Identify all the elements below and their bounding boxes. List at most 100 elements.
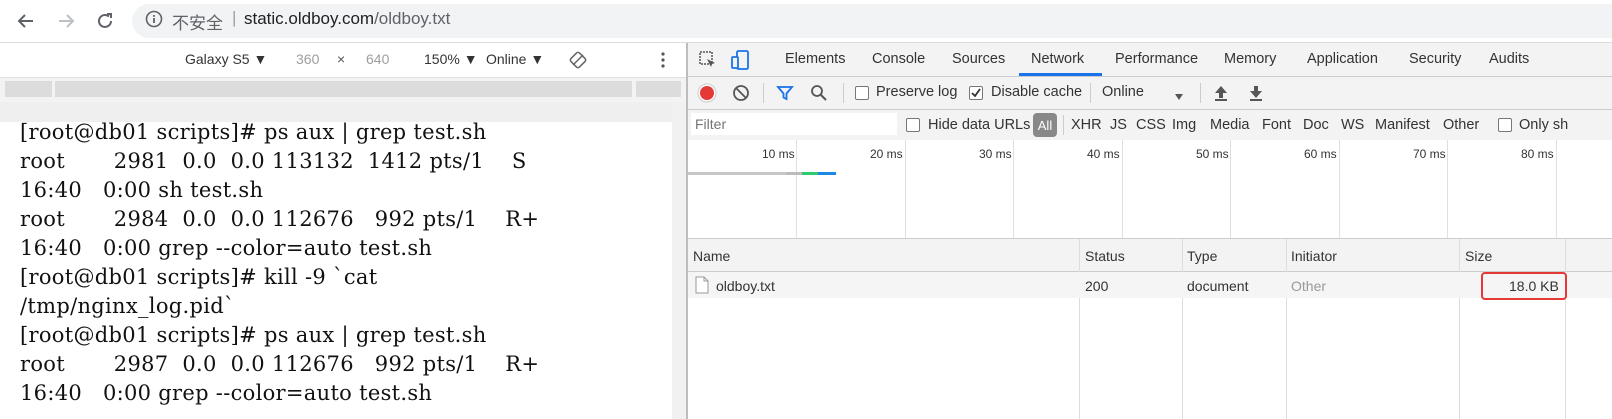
preserve-log-checkbox[interactable] xyxy=(855,86,869,100)
url-text[interactable]: static.oldboy.com/oldboy.txt xyxy=(244,9,450,29)
timeline-tick-label: 20 ms xyxy=(870,147,903,161)
column-header-size[interactable]: Size xyxy=(1465,248,1492,264)
device-height[interactable]: 640 xyxy=(366,51,389,67)
only-show-label: Only sh xyxy=(1519,117,1569,133)
terminal-line: 16:40 0:00 sh test.sh xyxy=(20,178,264,202)
column-header-type[interactable]: Type xyxy=(1187,248,1217,264)
tab-security[interactable]: Security xyxy=(1409,51,1461,67)
ruler-segment[interactable] xyxy=(636,81,681,97)
active-tab-indicator xyxy=(1019,73,1102,76)
column-divider[interactable] xyxy=(1459,239,1460,419)
request-name[interactable]: oldboy.txt xyxy=(716,278,775,294)
network-overview-timeline[interactable] xyxy=(688,140,1612,239)
column-header-name[interactable]: Name xyxy=(693,248,730,264)
column-divider[interactable] xyxy=(1286,239,1287,419)
filter-icon[interactable] xyxy=(776,84,794,105)
timeline-gridline xyxy=(905,140,906,238)
terminal-line: root 2981 0.0 0.0 113132 1412 pts/1 S xyxy=(20,149,527,173)
tab-performance[interactable]: Performance xyxy=(1115,51,1198,67)
toolbar-divider xyxy=(763,83,764,103)
filter-divider xyxy=(1063,115,1064,135)
inspect-element-icon[interactable] xyxy=(698,50,718,73)
timeline-tick-label: 70 ms xyxy=(1413,147,1446,161)
tab-elements[interactable]: Elements xyxy=(785,51,845,67)
column-divider[interactable] xyxy=(1565,239,1566,419)
terminal-line: 16:40 0:00 grep --color=auto test.sh xyxy=(20,236,433,260)
device-select[interactable]: Galaxy S5 ▼ xyxy=(185,51,267,67)
info-icon[interactable] xyxy=(144,9,164,29)
filter-type-js[interactable]: JS xyxy=(1110,117,1127,133)
chevron-down-icon xyxy=(1174,88,1184,104)
timeline-tick-label: 30 ms xyxy=(979,147,1012,161)
filter-type-font[interactable]: Font xyxy=(1262,117,1291,133)
vertical-scrollbar[interactable] xyxy=(672,102,686,419)
more-options-icon[interactable] xyxy=(660,51,666,72)
forward-icon[interactable] xyxy=(52,7,80,35)
filter-type-ws[interactable]: WS xyxy=(1341,117,1364,133)
import-har-icon[interactable] xyxy=(1213,84,1229,105)
timeline-gridline xyxy=(1230,140,1231,238)
toolbar-divider xyxy=(1200,83,1201,103)
filter-input[interactable] xyxy=(691,113,897,135)
timeline-waiting-bar xyxy=(802,172,818,175)
clear-icon[interactable] xyxy=(732,84,750,105)
back-icon[interactable] xyxy=(12,7,40,35)
page-content: [root@db01 scripts]# ps aux | grep test.… xyxy=(0,122,672,419)
tab-audits[interactable]: Audits xyxy=(1489,51,1529,67)
timeline-tick-label: 40 ms xyxy=(1087,147,1120,161)
request-initiator: Other xyxy=(1291,278,1327,294)
column-divider[interactable] xyxy=(1182,239,1183,419)
timeline-tick-label: 50 ms xyxy=(1196,147,1229,161)
timeline-gridline xyxy=(1447,140,1448,238)
throttling-select[interactable]: Online xyxy=(1102,84,1144,100)
filter-type-xhr[interactable]: XHR xyxy=(1071,117,1102,133)
terminal-line: root 2987 0.0 0.0 112676 992 pts/1 R+ xyxy=(20,352,540,376)
device-toggle-icon[interactable] xyxy=(730,49,750,74)
filter-type-manifest[interactable]: Manifest xyxy=(1375,117,1430,133)
terminal-line: root 2984 0.0 0.0 112676 992 pts/1 R+ xyxy=(20,207,540,231)
terminal-line: [root@db01 scripts]# ps aux | grep test.… xyxy=(20,122,487,144)
highlight-annotation-box xyxy=(1481,272,1567,300)
url-host: static.oldboy.com xyxy=(244,9,375,28)
filter-type-doc[interactable]: Doc xyxy=(1303,117,1329,133)
tab-application[interactable]: Application xyxy=(1307,51,1378,67)
network-throttle-select[interactable]: Online ▼ xyxy=(486,51,544,67)
hide-data-urls-checkbox[interactable] xyxy=(906,118,920,132)
url-path: /oldboy.txt xyxy=(374,9,451,28)
hide-data-urls-label: Hide data URLs xyxy=(928,117,1031,133)
disable-cache-checkbox[interactable] xyxy=(969,86,983,100)
device-width[interactable]: 360 xyxy=(296,51,319,67)
export-har-icon[interactable] xyxy=(1248,84,1264,105)
filter-type-media[interactable]: Media xyxy=(1210,117,1250,133)
table-row[interactable] xyxy=(688,272,1612,298)
filter-type-all[interactable]: All xyxy=(1033,113,1057,137)
dimension-times: × xyxy=(337,51,346,67)
filter-type-css[interactable]: CSS xyxy=(1136,117,1166,133)
only-show-checkbox[interactable] xyxy=(1498,118,1512,132)
record-icon[interactable] xyxy=(697,83,717,106)
timeline-stall-bar xyxy=(688,172,786,175)
ruler-segment[interactable] xyxy=(55,81,632,97)
column-header-initiator[interactable]: Initiator xyxy=(1291,248,1337,264)
toolbar-divider xyxy=(843,83,844,103)
filter-type-other[interactable]: Other xyxy=(1443,117,1479,133)
column-divider[interactable] xyxy=(1079,239,1080,419)
zoom-select[interactable]: 150% ▼ xyxy=(424,51,478,67)
ruler-segment[interactable] xyxy=(5,81,52,97)
rotate-icon[interactable] xyxy=(569,51,587,72)
tab-console[interactable]: Console xyxy=(872,51,925,67)
terminal-line: 16:40 0:00 grep --color=auto test.sh xyxy=(20,381,433,405)
terminal-line: [root@db01 scripts]# kill -9 `cat xyxy=(20,265,378,289)
search-icon[interactable] xyxy=(810,84,828,105)
preserve-log-label: Preserve log xyxy=(876,84,958,100)
tab-sources[interactable]: Sources xyxy=(952,51,1005,67)
column-header-status[interactable]: Status xyxy=(1085,248,1125,264)
tab-memory[interactable]: Memory xyxy=(1224,51,1276,67)
tab-network[interactable]: Network xyxy=(1031,51,1084,67)
filter-type-img[interactable]: Img xyxy=(1172,117,1196,133)
terminal-line: /tmp/nginx_log.pid` xyxy=(20,294,235,318)
timeline-tick-label: 80 ms xyxy=(1521,147,1554,161)
toolbar-divider xyxy=(1090,83,1091,103)
disable-cache-label: Disable cache xyxy=(991,84,1083,100)
reload-icon[interactable] xyxy=(91,7,119,35)
